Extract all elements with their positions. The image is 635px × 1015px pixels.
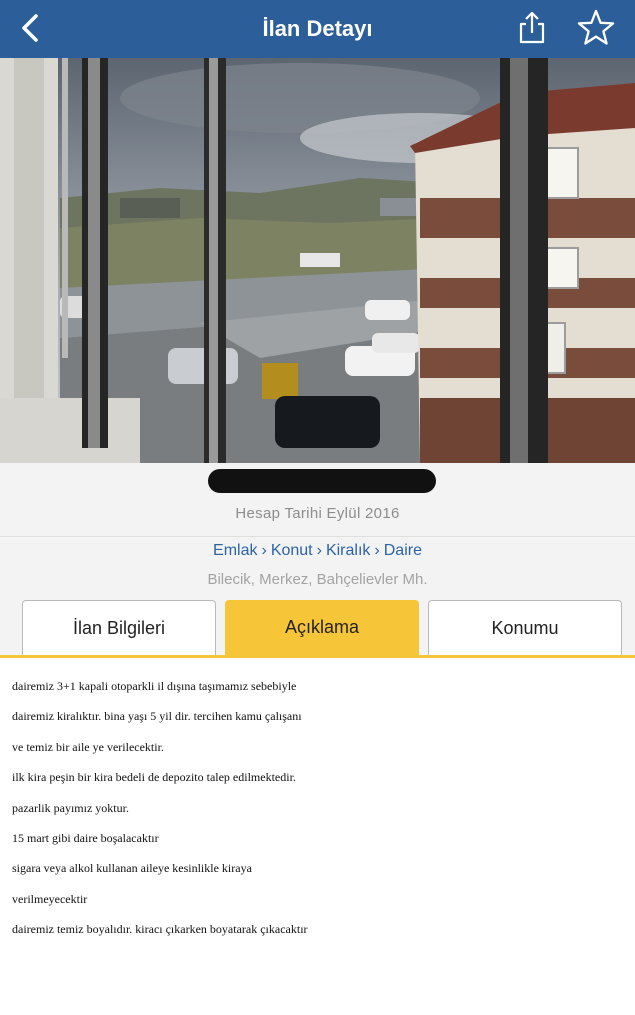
tab-underline — [0, 655, 635, 658]
breadcrumb-separator: › — [316, 542, 322, 559]
description-line: sigara veya alkol kullanan aileye kesinl… — [12, 861, 252, 876]
navigation-bar: İlan Detayı — [0, 0, 635, 58]
tab-aciklama[interactable]: Açıklama — [225, 600, 419, 655]
breadcrumb-item-kiralik[interactable]: Kiralık — [326, 542, 370, 559]
description-line: ilk kira peşin bir kira bedeli de depozi… — [12, 770, 296, 785]
description-line: dairemiz temiz boyalıdır. kiracı çıkarke… — [12, 922, 308, 937]
tab-label: Konumu — [491, 617, 559, 638]
breadcrumb: Emlak › Konut › Kiralık › Daire — [0, 542, 635, 560]
description-line: 15 mart gibi daire boşalacaktır — [12, 831, 159, 846]
seller-name-redacted — [208, 469, 436, 493]
listing-photo[interactable] — [0, 58, 635, 463]
listing-summary: Hesap Tarihi Eylül 2016 Emlak › Konut › Kira… — [0, 463, 635, 655]
breadcrumb-item-daire[interactable]: Daire — [384, 542, 422, 559]
account-date: Hesap Tarihi Eylül 2016 — [235, 505, 400, 522]
listing-description: dairemiz 3+1 kapali otoparkli il dışına … — [12, 671, 632, 945]
breadcrumb-separator: › — [261, 542, 267, 559]
divider — [0, 536, 635, 537]
breadcrumb-separator: › — [374, 542, 380, 559]
description-line: dairemiz kiralıktır. bina yaşı 5 yil dir… — [12, 709, 302, 724]
description-line: pazarlik payımız yoktur. — [12, 800, 129, 815]
star-outline-icon[interactable] — [574, 6, 618, 50]
description-line: ve temiz bir aile ye verilecektir. — [12, 739, 164, 754]
chevron-left-icon[interactable] — [14, 8, 50, 48]
tab-label: İlan Bilgileri — [72, 617, 166, 638]
breadcrumb-item-emlak[interactable]: Emlak — [213, 542, 257, 559]
listing-location: Bilecik, Merkez, Bahçelievler Mh. — [207, 571, 428, 588]
tab-ilan-bilgileri[interactable]: İlan Bilgileri — [22, 600, 216, 655]
breadcrumb-item-konut[interactable]: Konut — [271, 542, 313, 559]
description-line: dairemiz 3+1 kapali otoparkli il dışına … — [12, 679, 297, 693]
share-icon[interactable] — [514, 8, 550, 48]
tab-konumu[interactable]: Konumu — [428, 600, 622, 655]
description-line: verilmeyecektir — [12, 891, 88, 906]
tab-label: Açıklama — [284, 617, 360, 637]
page-title: İlan Detayı — [262, 16, 373, 41]
